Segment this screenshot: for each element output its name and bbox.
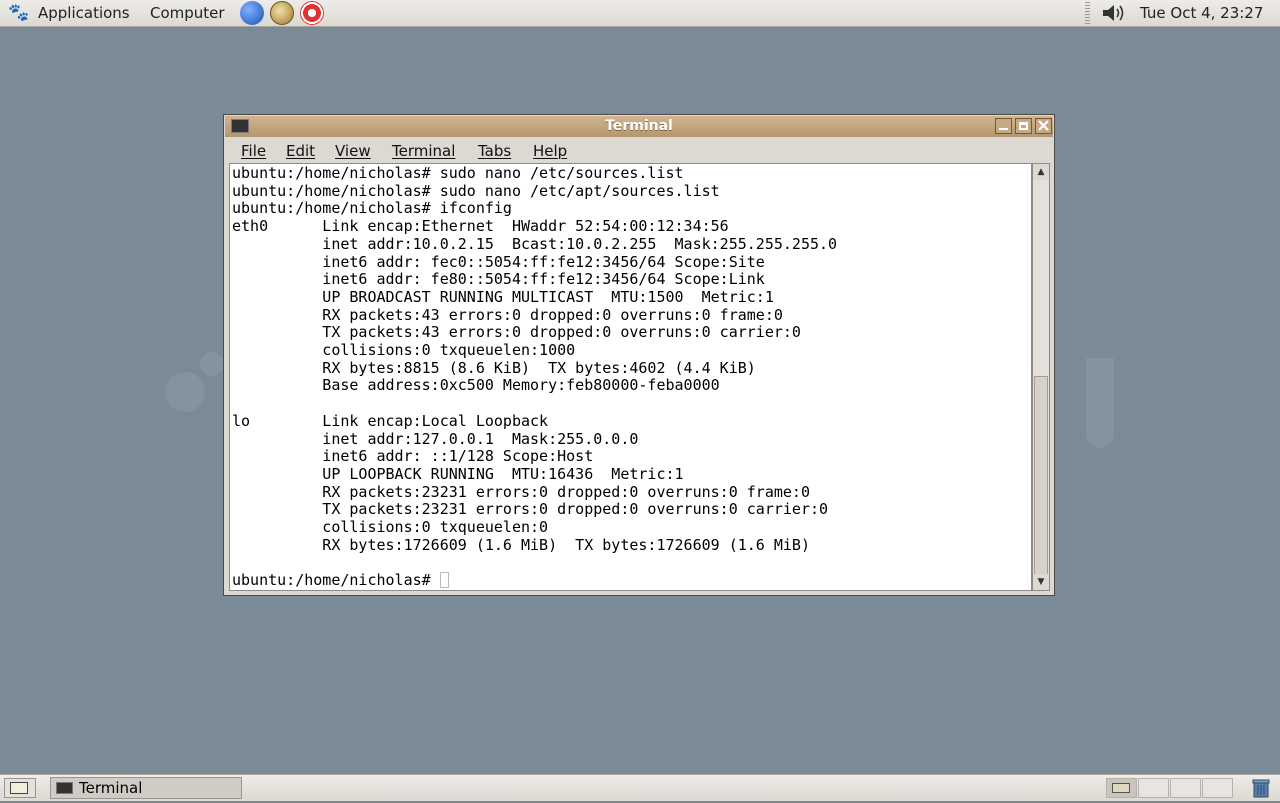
close-button[interactable]: [1035, 118, 1052, 134]
menu-edit[interactable]: Edit: [286, 142, 315, 160]
terminal-line: RX bytes:1726609 (1.6 MiB) TX bytes:1726…: [232, 535, 810, 554]
terminal-line: Base address:0xc500 Memory:feb80000-feba…: [232, 376, 720, 395]
watermark-shape: [165, 372, 205, 412]
menu-terminal[interactable]: Terminal: [392, 142, 455, 160]
window-menubar: File Edit View Terminal Tabs Help: [225, 138, 1053, 163]
terminal-line: inet addr:127.0.0.1 Mask:255.0.0.0: [232, 429, 639, 448]
text-cursor: [439, 572, 449, 589]
desktop-icon: [10, 782, 28, 794]
window-titlebar[interactable]: Terminal: [225, 116, 1053, 137]
minimize-icon: [999, 128, 1008, 130]
bottom-panel: Terminal: [0, 774, 1280, 801]
close-icon: [1038, 120, 1049, 131]
terminal-output[interactable]: ubuntu:/home/nicholas# sudo nano /etc/so…: [229, 163, 1032, 591]
menu-tabs[interactable]: Tabs: [478, 142, 511, 160]
terminal-app-icon: [56, 782, 73, 794]
vertical-scrollbar[interactable]: ▲ ▼: [1032, 163, 1050, 591]
terminal-prompt-line: ubuntu:/home/nicholas#: [232, 571, 1031, 590]
terminal-line: ubuntu:/home/nicholas# sudo nano /etc/so…: [232, 164, 684, 182]
terminal-line: RX packets:43 errors:0 dropped:0 overrun…: [232, 305, 783, 324]
window-title: Terminal: [605, 118, 673, 134]
terminal-line: UP LOOPBACK RUNNING MTU:16436 Metric:1: [232, 464, 684, 483]
workspace-window-thumb: [1112, 783, 1130, 793]
terminal-line: TX packets:43 errors:0 dropped:0 overrun…: [232, 323, 801, 342]
minimize-button[interactable]: [995, 118, 1012, 134]
terminal-line: TX packets:23231 errors:0 dropped:0 over…: [232, 500, 829, 519]
show-desktop-button[interactable]: [4, 778, 36, 798]
terminal-line: eth0 Link encap:Ethernet HWaddr 52:54:00…: [232, 217, 729, 236]
terminal-line: ubuntu:/home/nicholas# sudo nano /etc/ap…: [232, 181, 720, 200]
maximize-icon: [1019, 122, 1028, 130]
menu-help[interactable]: Help: [533, 142, 567, 160]
top-panel: 🐾 Applications Computer Tue Oct 4, 23:27: [0, 0, 1280, 27]
computer-menu[interactable]: Computer: [150, 4, 225, 22]
clock[interactable]: Tue Oct 4, 23:27: [1140, 4, 1263, 22]
menu-file[interactable]: File: [241, 142, 266, 160]
terminal-lines: ubuntu:/home/nicholas# sudo nano /etc/so…: [232, 164, 1031, 572]
email-client-icon[interactable]: [270, 1, 294, 25]
watermark-shape: [200, 352, 224, 376]
gnome-foot-icon[interactable]: 🐾: [8, 3, 30, 23]
terminal-line: UP BROADCAST RUNNING MULTICAST MTU:1500 …: [232, 287, 774, 306]
terminal-line: RX packets:23231 errors:0 dropped:0 over…: [232, 482, 810, 501]
terminal-line: inet6 addr: fec0::5054:ff:fe12:3456/64 S…: [232, 252, 765, 271]
workspace-1[interactable]: [1106, 778, 1137, 798]
terminal-line: collisions:0 txqueuelen:0: [232, 518, 549, 537]
terminal-line: inet6 addr: fe80::5054:ff:fe12:3456/64 S…: [232, 270, 765, 289]
scroll-down-arrow-icon[interactable]: ▼: [1033, 574, 1049, 590]
terminal-line: inet6 addr: ::1/128 Scope:Host: [232, 447, 594, 466]
maximize-button[interactable]: [1015, 118, 1032, 134]
speaker-icon[interactable]: [1101, 3, 1129, 23]
web-browser-icon[interactable]: [240, 1, 264, 25]
scroll-up-arrow-icon[interactable]: ▲: [1033, 164, 1049, 180]
workspace-3[interactable]: [1170, 778, 1201, 798]
workspace-2[interactable]: [1138, 778, 1169, 798]
taskbar-button-terminal[interactable]: Terminal: [50, 777, 242, 799]
terminal-line: RX bytes:8815 (8.6 KiB) TX bytes:4602 (4…: [232, 358, 756, 377]
trash-icon[interactable]: [1250, 777, 1272, 799]
terminal-line: lo Link encap:Local Loopback: [232, 411, 549, 430]
taskbar-label: Terminal: [79, 779, 143, 797]
watermark-shape: [1086, 358, 1114, 448]
scrollbar-thumb[interactable]: [1034, 376, 1048, 576]
terminal-line: inet addr:10.0.2.15 Bcast:10.0.2.255 Mas…: [232, 234, 838, 253]
applications-menu[interactable]: Applications: [38, 4, 130, 22]
panel-handle[interactable]: [1085, 2, 1090, 24]
terminal-window: Terminal File Edit View Terminal Tabs He…: [223, 114, 1055, 596]
workspace-4[interactable]: [1202, 778, 1233, 798]
terminal-line: collisions:0 txqueuelen:1000: [232, 341, 576, 360]
menu-view[interactable]: View: [335, 142, 371, 160]
terminal-prompt: ubuntu:/home/nicholas#: [232, 571, 440, 590]
terminal-line: ubuntu:/home/nicholas# ifconfig: [232, 199, 512, 218]
help-icon[interactable]: [300, 1, 324, 25]
